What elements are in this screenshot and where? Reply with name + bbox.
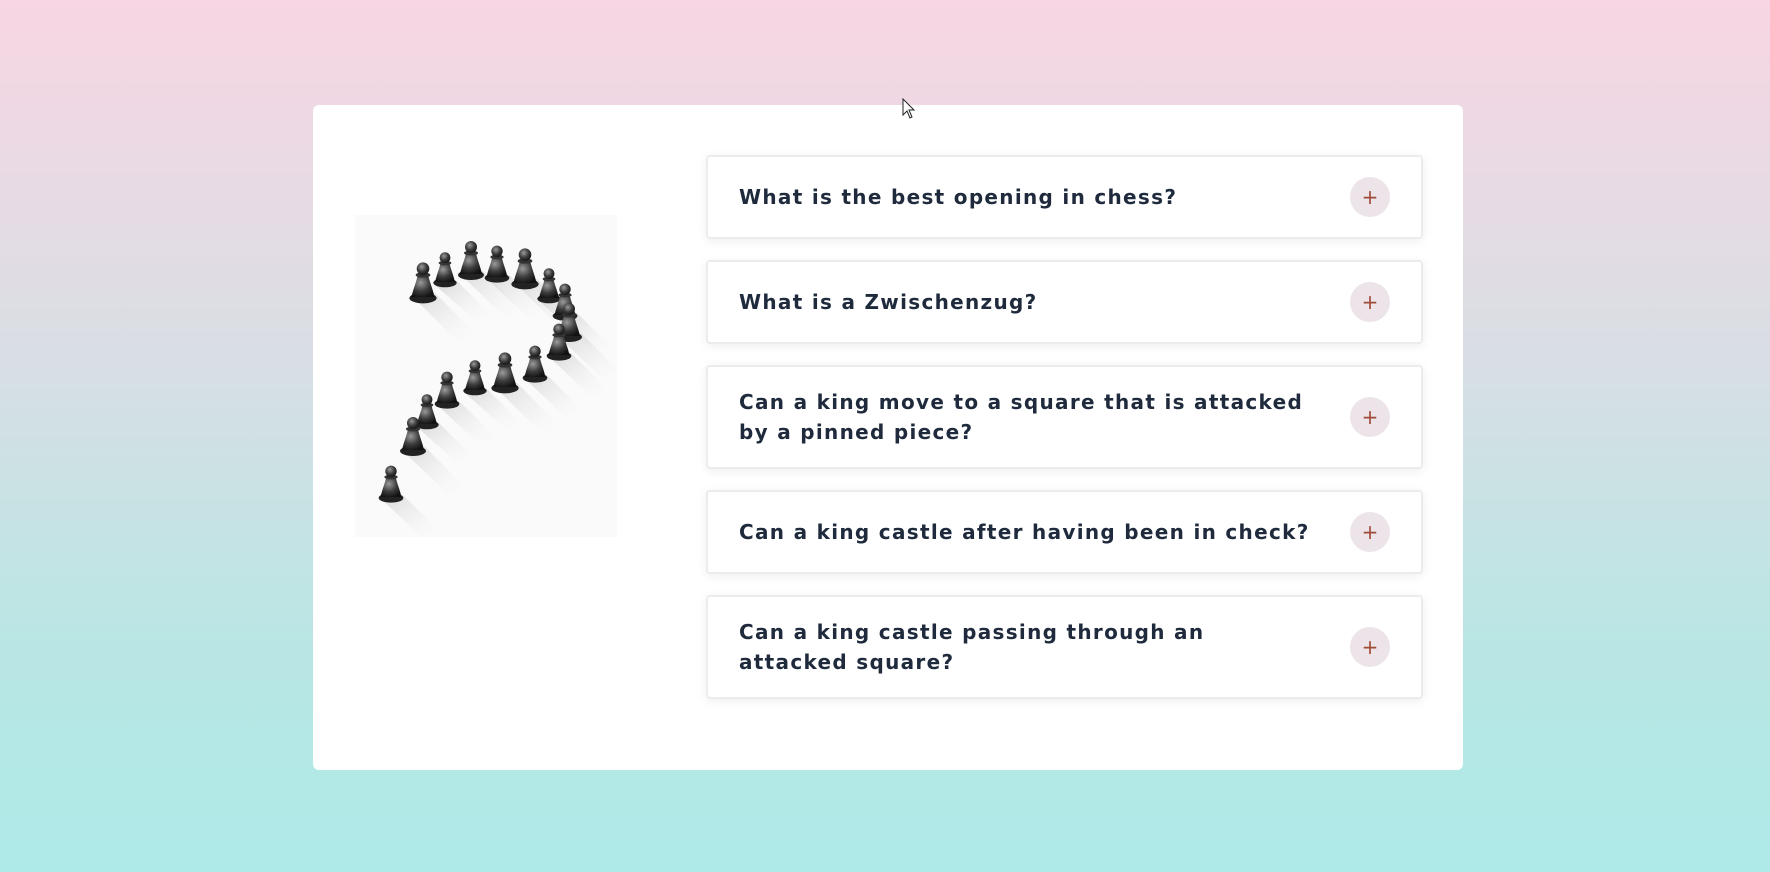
plus-icon: + (1361, 185, 1379, 209)
expand-button[interactable]: + (1350, 282, 1390, 322)
faq-list: What is the best opening in chess? + Wha… (706, 155, 1423, 720)
faq-question: Can a king move to a square that is atta… (739, 390, 1304, 444)
expand-button[interactable]: + (1350, 177, 1390, 217)
faq-item-best-opening[interactable]: What is the best opening in chess? + (706, 155, 1423, 239)
faq-item-zwischenzug[interactable]: What is a Zwischenzug? + (706, 260, 1423, 344)
plus-icon: + (1361, 405, 1379, 429)
plus-icon: + (1361, 290, 1379, 314)
expand-button[interactable]: + (1350, 512, 1390, 552)
plus-icon: + (1361, 520, 1379, 544)
faq-card: What is the best opening in chess? + Wha… (313, 105, 1463, 770)
expand-button[interactable]: + (1350, 627, 1390, 667)
faq-item-castle-after-check[interactable]: Can a king castle after having been in c… (706, 490, 1423, 574)
chess-question-mark-image (355, 215, 617, 537)
faq-item-king-pinned-piece[interactable]: Can a king move to a square that is atta… (706, 365, 1423, 469)
faq-question: Can a king castle passing through an att… (739, 620, 1205, 674)
faq-question: Can a king castle after having been in c… (739, 520, 1310, 544)
mouse-cursor-icon (902, 98, 916, 119)
faq-question: What is a Zwischenzug? (739, 290, 1038, 314)
plus-icon: + (1361, 635, 1379, 659)
expand-button[interactable]: + (1350, 397, 1390, 437)
faq-item-castle-through-attacked[interactable]: Can a king castle passing through an att… (706, 595, 1423, 699)
faq-question: What is the best opening in chess? (739, 185, 1178, 209)
